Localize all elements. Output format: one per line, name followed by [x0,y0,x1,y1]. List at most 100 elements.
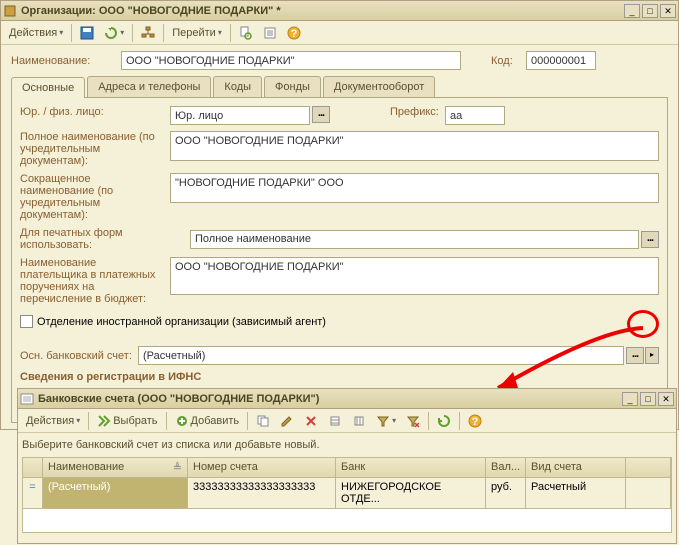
dropdown-icon: ▾ [59,28,63,37]
col-type[interactable]: Вид счета [526,458,626,477]
cell-spacer [626,478,671,508]
bank-open-button[interactable]: ▸ [645,347,659,364]
legal-select[interactable]: Юр. лицо [170,106,310,125]
report-button[interactable] [235,24,257,42]
edit-button[interactable] [276,412,298,430]
tab-content: Юр. / физ. лицо: Юр. лицо ... Префикс: П… [11,97,668,423]
legal-row: Юр. / физ. лицо: Юр. лицо ... Префикс: [20,106,659,125]
separator [132,24,133,42]
col-name[interactable]: Наименование≜ [43,458,188,477]
grid-container: Наименование≜ Номер счета Банк Вал... Ви… [18,457,676,533]
foreign-branch-row: Отделение иностранной организации (завис… [20,315,659,328]
empty-row [22,509,672,533]
sub-window-buttons: _ □ ✕ [622,392,674,406]
refresh-button[interactable] [433,412,455,430]
separator [230,24,231,42]
main-toolbar: Действия ▾ ▾ Перейти ▾ ? [1,21,678,45]
sub-maximize-button[interactable]: □ [640,392,656,406]
bank-choose-button[interactable]: ... [626,347,644,364]
add-button[interactable]: Добавить [171,412,244,430]
sub-close-button[interactable]: ✕ [658,392,674,406]
col-marker[interactable] [23,458,43,477]
printform-label: Для печатных форм использовать: [20,227,190,251]
tab-funds[interactable]: Фонды [264,76,321,97]
svg-text:?: ? [290,28,297,40]
name-field[interactable] [121,51,461,70]
bank-label: Осн. банковский счет: [20,350,138,362]
actions-menu[interactable]: Действия ▾ [5,25,67,41]
save-button[interactable] [76,24,98,42]
code-field[interactable] [526,51,596,70]
ifns-section-header: Сведения о регистрации в ИФНС [20,371,659,383]
prefix-field[interactable] [445,106,505,125]
sort-icon: ≜ [173,461,182,474]
cell-bank: НИЖЕГОРОДСКОЕ ОТДЕ... [336,478,486,508]
payer-row: Наименование плательщика в платежных пор… [20,257,659,305]
sub-help-button[interactable]: ? [464,412,486,430]
move-down-button[interactable] [348,412,370,430]
sub-minimize-button[interactable]: _ [622,392,638,406]
shortname-label: Сокращенное наименование (по учредительн… [20,173,170,221]
fullname-label: Полное наименование (по учредительным до… [20,131,170,167]
fullname-field[interactable]: ООО "НОВОГОДНИЕ ПОДАРКИ" [170,131,659,161]
prefix-label: Префикс: [390,106,445,118]
minimize-button[interactable]: _ [624,4,640,18]
cell-number: 33333333333333333333 [188,478,336,508]
mark-delete-button[interactable] [300,412,322,430]
col-currency[interactable]: Вал... [486,458,526,477]
reread-button[interactable]: ▾ [100,24,128,42]
sub-title: Банковские счета (ООО "НОВОГОДНИЕ ПОДАРК… [38,393,622,405]
org-icon [3,4,17,18]
tab-addresses[interactable]: Адреса и телефоны [87,76,211,97]
name-label: Наименование: [11,55,121,67]
main-titlebar: Организации: ООО "НОВОГОДНИЕ ПОДАРКИ" * … [1,1,678,21]
maximize-button[interactable]: □ [642,4,658,18]
list-icon [20,392,34,406]
select-button[interactable]: Выбрать [93,412,161,430]
cell-name: (Расчетный) [43,478,188,508]
printform-row: Для печатных форм использовать: Полное н… [20,227,659,251]
sub-actions-menu[interactable]: Действия ▾ [22,413,84,429]
payer-field[interactable]: ООО "НОВОГОДНИЕ ПОДАРКИ" [170,257,659,295]
list-button[interactable] [259,24,281,42]
sub-toolbar: Действия ▾ Выбрать Добавить ▾ ? [18,409,676,433]
printform-choose-button[interactable]: ... [641,231,659,248]
tab-docflow[interactable]: Документооборот [323,76,435,97]
separator [163,24,164,42]
separator [247,412,248,430]
copy-button[interactable] [252,412,274,430]
structure-button[interactable] [137,24,159,42]
filter-button[interactable]: ▾ [372,412,400,430]
bank-select[interactable]: (Расчетный) [138,346,624,365]
row-marker: = [23,478,43,508]
main-window: Организации: ООО "НОВОГОДНИЕ ПОДАРКИ" * … [0,0,679,430]
tabs: Основные Адреса и телефоны Коды Фонды До… [11,76,668,97]
separator [428,412,429,430]
move-up-button[interactable] [324,412,346,430]
cell-type: Расчетный [526,478,626,508]
col-number[interactable]: Номер счета [188,458,336,477]
hint-text: Выберите банковский счет из списка или д… [22,439,672,451]
separator [166,412,167,430]
col-bank[interactable]: Банк [336,458,486,477]
close-button[interactable]: ✕ [660,4,676,18]
legal-choose-button[interactable]: ... [312,106,330,123]
table-row[interactable]: = (Расчетный) 33333333333333333333 НИЖЕГ… [22,478,672,509]
shortname-row: Сокращенное наименование (по учредительн… [20,173,659,221]
goto-menu[interactable]: Перейти ▾ [168,25,226,41]
payer-label: Наименование плательщика в платежных пор… [20,257,170,305]
help-button[interactable]: ? [283,24,305,42]
separator [459,412,460,430]
sub-window: Банковские счета (ООО "НОВОГОДНИЕ ПОДАРК… [17,388,677,544]
shortname-field[interactable]: "НОВОГОДНИЕ ПОДАРКИ" ООО [170,173,659,203]
tab-codes[interactable]: Коды [213,76,262,97]
bank-row: Осн. банковский счет: (Расчетный) ... ▸ [20,346,659,365]
sub-titlebar: Банковские счета (ООО "НОВОГОДНИЕ ПОДАРК… [18,389,676,409]
foreign-branch-checkbox[interactable] [20,315,33,328]
tab-main[interactable]: Основные [11,77,85,98]
filter-off-button[interactable] [402,412,424,430]
separator [88,412,89,430]
col-spacer [626,458,671,477]
printform-select[interactable]: Полное наименование [190,230,639,249]
main-title: Организации: ООО "НОВОГОДНИЕ ПОДАРКИ" * [21,5,624,17]
